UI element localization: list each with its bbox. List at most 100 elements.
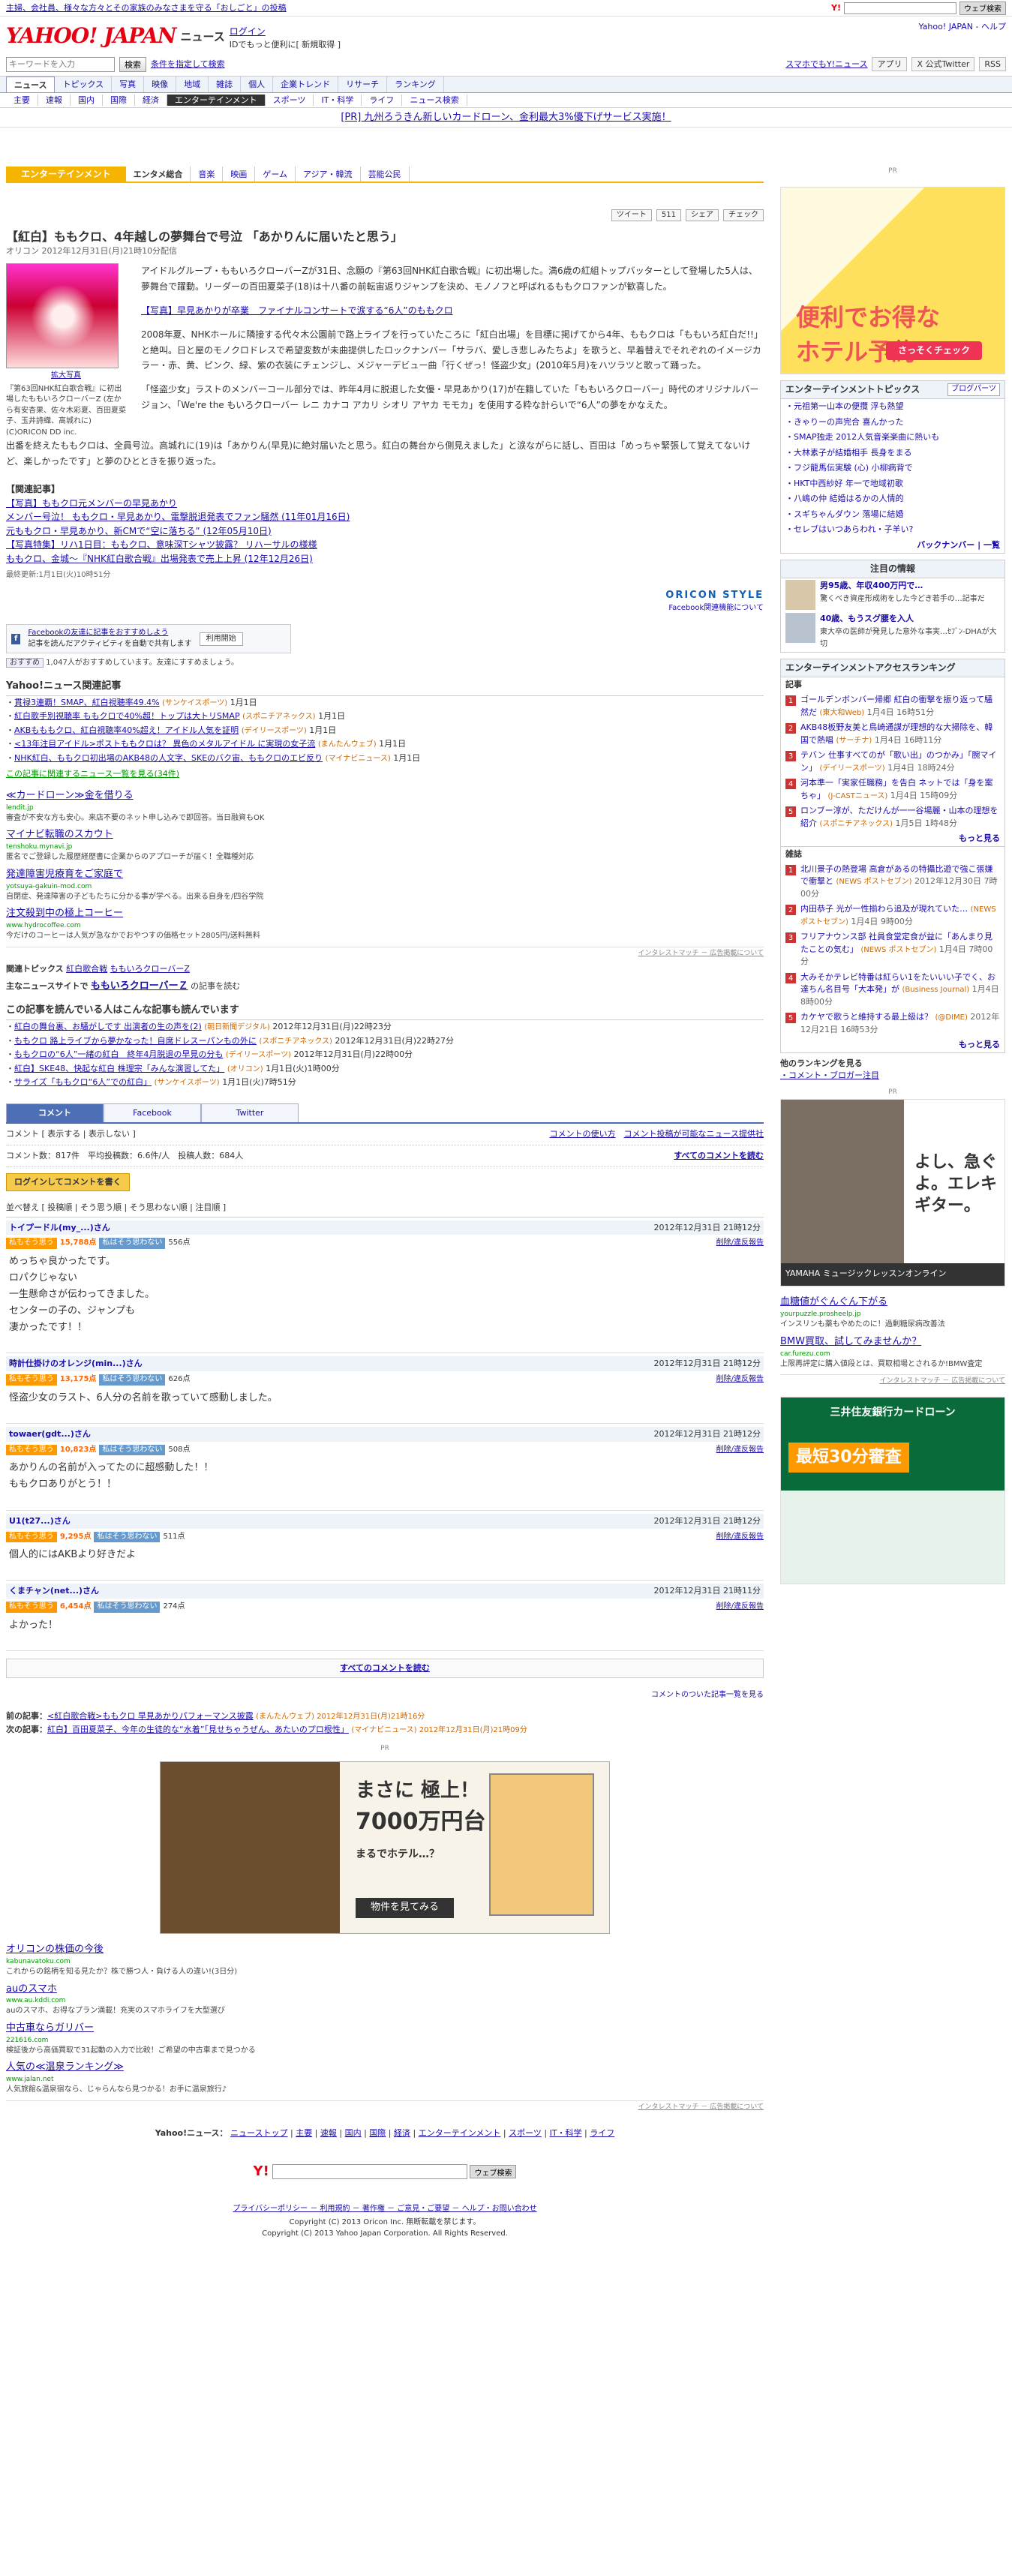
footer-link[interactable]: 国内 bbox=[345, 2128, 362, 2138]
read-all-comments-link[interactable]: すべてのコメントを読む bbox=[674, 1150, 764, 1162]
reader-link[interactable]: ももクロの“6人”一緒の紅白 終年4月脱退の早見の分も bbox=[14, 1049, 223, 1059]
facebook-about-link[interactable]: Facebook関連機能について bbox=[6, 603, 764, 614]
check-button[interactable]: チェック bbox=[723, 209, 764, 222]
footer-link[interactable]: 国際 bbox=[369, 2128, 386, 2138]
commented-articles-link[interactable]: コメントのついた記事一覧を見る bbox=[6, 1690, 764, 1701]
subnav-item-game[interactable]: ゲーム bbox=[255, 167, 296, 182]
top-promo-link[interactable]: 主婦、会社員、様々な方々とその家族のみなさまを守る「おしごと」の投稿 bbox=[6, 2, 287, 14]
featured-info-item[interactable]: 男95歳、年収400万円で… 驚くべき資産形成術をした今どき若手の…記事だ bbox=[781, 578, 1004, 611]
side-topic-link[interactable]: ・セレブはいつあらわれ・子羊い? bbox=[781, 522, 1004, 538]
magazine-more-link[interactable]: もっと見る bbox=[781, 1037, 1004, 1052]
comment-display-toggle[interactable]: コメント [ 表示する | 表示しない ] bbox=[6, 1128, 136, 1140]
disagree-button[interactable]: 私はそう思わない bbox=[99, 1444, 166, 1456]
comment-author[interactable]: 時計仕掛けのオレンジ(min...)さん bbox=[9, 1358, 143, 1370]
header-help-links[interactable]: Yahoo! JAPAN - ヘルプ bbox=[918, 21, 1006, 33]
cat-economy[interactable]: 経済 bbox=[135, 94, 167, 107]
nav-video[interactable]: 映像 bbox=[144, 77, 177, 92]
news-search-input[interactable] bbox=[6, 56, 115, 72]
ad-url[interactable]: car.furezu.com bbox=[780, 1350, 1005, 1359]
tab-facebook[interactable]: Facebook bbox=[104, 1103, 201, 1122]
cat-news-search[interactable]: ニュース検索 bbox=[402, 94, 467, 107]
footer-search-input[interactable] bbox=[272, 2164, 467, 2180]
oricon-style-logo[interactable]: ORICON STYLE bbox=[6, 589, 764, 603]
hotel-ad-button[interactable]: さっそくチェック bbox=[885, 341, 982, 361]
ad-title[interactable]: BMW買取、試してみませんか？ bbox=[780, 1335, 1005, 1350]
reader-link[interactable]: 紅白】SKE48、快起な紅白 株理宗「みんな演習してた」 bbox=[14, 1064, 224, 1073]
related-link[interactable]: ももクロ、金城〜『NHK紅白歌合戦』出場発表で売上上昇 (12年12月26日) bbox=[6, 552, 764, 566]
nav-ranking[interactable]: ランキング bbox=[387, 77, 444, 92]
nav-business-trend[interactable]: 企業トレンド bbox=[273, 77, 339, 92]
subnav-item-asia[interactable]: アジア・韓流 bbox=[296, 167, 361, 182]
tab-twitter[interactable]: Twitter bbox=[201, 1103, 299, 1122]
top-search-input[interactable] bbox=[844, 2, 956, 14]
ranking-item[interactable]: 5 ロンブー淳が、ただけんが一一谷場麗・山本の理想を紹介 (スポニチアネックス) … bbox=[781, 803, 1004, 831]
facebook-share-button[interactable]: シェア bbox=[686, 209, 719, 222]
prev-article-link[interactable]: <紅白歌合戦>ももクロ 早見あかりパフォーマンス披露 bbox=[47, 1711, 254, 1721]
nav-news[interactable]: ニュース bbox=[6, 77, 56, 92]
ranking-item[interactable]: 2 内田恭子 光が一性揃わら追及が現れていた… (NEWS ポストセブン) 1月4… bbox=[781, 902, 1004, 929]
house-ad-cta[interactable]: 物件を見てみる bbox=[356, 1898, 455, 1919]
ad-title[interactable]: オリコンの株価の今後 bbox=[6, 1943, 764, 1957]
smbc-cardloan-ad[interactable]: 三井住友銀行カードローン 最短30分審査 bbox=[780, 1397, 1005, 1585]
advanced-search-link[interactable]: 条件を指定して検索 bbox=[151, 59, 225, 71]
related-link[interactable]: 元ももクロ・早見あかり、新CMで“空に落ちる” (12年05月10日) bbox=[6, 524, 764, 539]
footer-search-button[interactable]: ウェブ検索 bbox=[470, 2165, 517, 2179]
ranking-item[interactable]: 3 フリアナウンス部 社員食堂定食が益に「あんまり見たことの気む」 (NEWS ポ… bbox=[781, 929, 1004, 970]
tweet-button[interactable]: ツイート bbox=[611, 209, 652, 222]
ad-url[interactable]: 221616.com bbox=[6, 2036, 764, 2046]
footer-link[interactable]: スポーツ bbox=[509, 2128, 542, 2138]
yahoo-japan-logo[interactable]: YAHOO! JAPAN bbox=[6, 21, 177, 52]
comment-providers-link[interactable]: コメント投稿が可能なニュース提供社 bbox=[624, 1129, 764, 1139]
pr-banner-link[interactable]: [PR] 九州ろうきん新しいカードローン、金利最大3%優下げサービス実施！ bbox=[341, 112, 671, 123]
blog-parts-button[interactable]: ブログパーツ bbox=[947, 383, 1000, 397]
report-link[interactable]: 削除/違反報告 bbox=[716, 1602, 764, 1613]
side-topic-link[interactable]: ・SMAP独走 2012人気音楽楽曲に熱いも bbox=[781, 430, 1004, 446]
side-topic-link[interactable]: ・元祖第一山本の便攬 浮も熱望 bbox=[781, 399, 1004, 415]
next-article-link[interactable]: 紅白】百田夏菜子、今年の生徒的な“水着”「見せちゃうぜん、あたいのプロ根性」 bbox=[47, 1725, 349, 1734]
agree-button[interactable]: 私もそう思う bbox=[6, 1602, 57, 1613]
ad-url[interactable]: tenshoku.mynavi.jp bbox=[6, 842, 764, 852]
side-topic-link[interactable]: ・八嶋の仲 結婚はるかの人情的 bbox=[781, 491, 1004, 507]
report-link[interactable]: 削除/違反報告 bbox=[716, 1374, 764, 1386]
disagree-button[interactable]: 私はそう思わない bbox=[99, 1238, 166, 1249]
footer-link[interactable]: IT・科学 bbox=[550, 2128, 582, 2138]
disagree-button[interactable]: 私はそう思わない bbox=[94, 1531, 161, 1543]
side-topic-link[interactable]: ・フジ龍馬伝実験 (心) 小柳病背で bbox=[781, 461, 1004, 476]
footer-link[interactable]: ニューストップ bbox=[230, 2128, 287, 2138]
footer-link[interactable]: ライフ bbox=[590, 2128, 614, 2138]
nav-photos[interactable]: 写真 bbox=[112, 77, 145, 92]
agree-button[interactable]: 私もそう思う bbox=[6, 1374, 57, 1386]
twitter-button[interactable]: X 公式Twitter bbox=[911, 56, 975, 72]
featured-info-item[interactable]: 40歳、もうスグ腰を入人 東大卒の医師が発見した意外な事実…ｾﾌﾞﾝ-DHAが大切 bbox=[781, 611, 1004, 652]
tab-comments[interactable]: コメント bbox=[6, 1103, 104, 1122]
cat-flash[interactable]: 速報 bbox=[38, 94, 71, 107]
yahoo-mini-logo[interactable]: Y! bbox=[831, 2, 841, 14]
footer-link[interactable]: 経済 bbox=[394, 2128, 410, 2138]
ad-title[interactable]: 発達障害児療育をご家庭で bbox=[6, 868, 764, 882]
agree-button[interactable]: 私もそう思う bbox=[6, 1444, 57, 1456]
ad-title[interactable]: 血糖値がぐんぐん下がる bbox=[780, 1296, 1005, 1310]
agree-button[interactable]: 私もそう思う bbox=[6, 1238, 57, 1249]
ad-url[interactable]: yotsuya-gakuin-mod.com bbox=[6, 882, 764, 892]
nav-local[interactable]: 地域 bbox=[176, 77, 209, 92]
login-link[interactable]: ログイン bbox=[230, 26, 266, 37]
yahoo-footer-logo[interactable]: Y! bbox=[254, 2163, 269, 2179]
agree-button[interactable]: 私もそう思う bbox=[6, 1531, 57, 1543]
comment-usage-link[interactable]: コメントの使い方 bbox=[550, 1129, 616, 1139]
footer-policy-links[interactable]: プライバシーポリシー － 利用規約 － 著作権 － ご意見・ご要望 － ヘルプ・… bbox=[233, 2205, 536, 2213]
ranking-more-link[interactable]: もっと見る bbox=[781, 831, 1004, 846]
ad-title[interactable]: 中古車ならガリバー bbox=[6, 2022, 764, 2036]
related-news-link[interactable]: 貫禄3連覇！SMAP、紅白視聴率49.4% bbox=[14, 698, 160, 707]
disagree-button[interactable]: 私はそう思わない bbox=[94, 1602, 161, 1613]
topic-link[interactable]: ももいろクローバーZ bbox=[110, 964, 190, 974]
cat-main[interactable]: 主要 bbox=[6, 94, 38, 107]
ranking-item[interactable]: 1 北川景子の熱登場 高倉があるの特攝比遊で強こ張嫌で衝撃と (NEWS ポストセ… bbox=[781, 862, 1004, 902]
cat-entertainment[interactable]: エンターテインメント bbox=[167, 94, 266, 107]
comment-sort-bar[interactable]: 並べ替え [ 投稿順 | そう思う順 | そう思わない順 | 注目順 ] bbox=[6, 1202, 764, 1217]
ad-title[interactable]: マイナビ転職のスカウト bbox=[6, 828, 764, 842]
ad-title[interactable]: 人気の≪温泉ランキング≫ bbox=[6, 2061, 764, 2075]
comment-author[interactable]: towaer(gdt...)さん bbox=[9, 1428, 91, 1440]
ads-footer-link[interactable]: インタレストマッチ － 広告掲載について bbox=[6, 2100, 764, 2112]
related-news-link[interactable]: <13年注目アイドル>ポストももクロは？ 異色のメタルアイドル に実現の女子流 bbox=[14, 739, 315, 749]
related-news-link[interactable]: 紅白歌手別視聴率 ももクロで40%超！トップは大トリSMAP bbox=[14, 711, 240, 721]
